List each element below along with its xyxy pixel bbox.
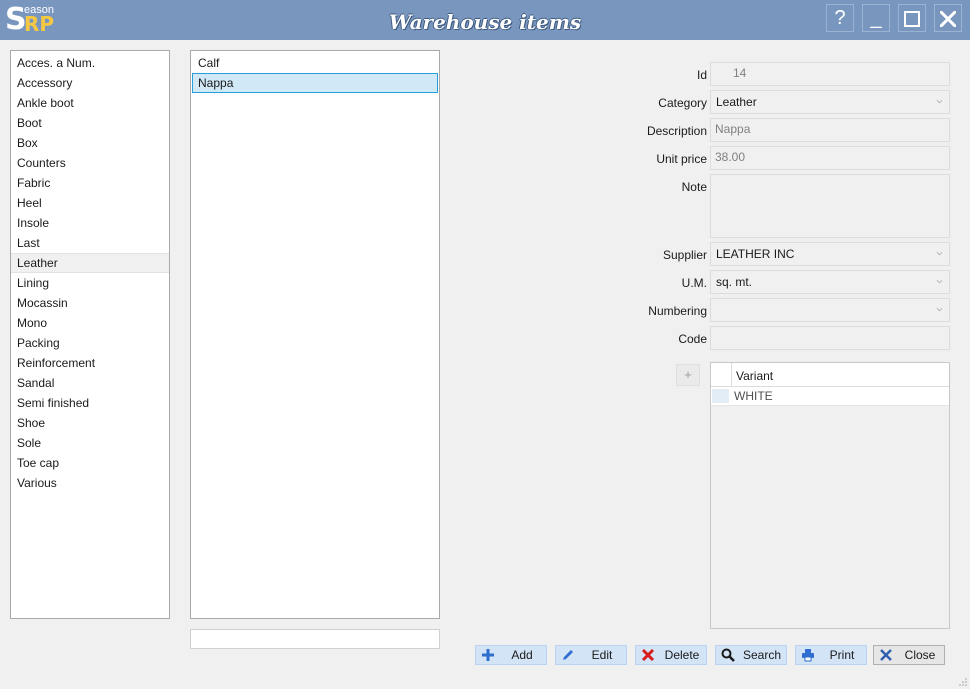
list-item[interactable]: Acces. a Num. bbox=[11, 53, 169, 73]
variant-grid[interactable]: Variant WHITE bbox=[710, 362, 950, 629]
unit-price-label: Unit price bbox=[656, 152, 707, 166]
supplier-label: Supplier bbox=[662, 248, 707, 262]
add-button[interactable]: Add bbox=[475, 645, 547, 665]
code-field[interactable] bbox=[710, 326, 950, 350]
list-item[interactable]: Accessory bbox=[11, 73, 169, 93]
delete-x-icon bbox=[641, 648, 655, 662]
um-value: sq. mt. bbox=[716, 275, 753, 289]
list-item[interactable]: Fabric bbox=[11, 173, 169, 193]
list-item[interactable]: Lining bbox=[11, 273, 169, 293]
plus-icon bbox=[482, 649, 494, 661]
chevron-down-icon bbox=[936, 307, 943, 312]
list-item[interactable]: Counters bbox=[11, 153, 169, 173]
search-button-label: Search bbox=[742, 648, 782, 662]
item-list[interactable]: Calf Nappa bbox=[190, 50, 440, 619]
list-item[interactable]: Toe cap bbox=[11, 453, 169, 473]
window-title: Warehouse items bbox=[388, 10, 582, 34]
list-item[interactable]: Mocassin bbox=[11, 293, 169, 313]
pencil-icon bbox=[563, 650, 573, 660]
add-variant-button[interactable]: + bbox=[676, 364, 700, 386]
description-label: Description bbox=[646, 124, 707, 138]
delete-button-label: Delete bbox=[664, 648, 700, 662]
list-item[interactable]: Reinforcement bbox=[11, 353, 169, 373]
chevron-down-icon bbox=[936, 99, 943, 104]
edit-button-label: Edit bbox=[591, 648, 613, 662]
print-button[interactable]: Print bbox=[795, 645, 867, 665]
resize-grip-icon[interactable] bbox=[958, 677, 968, 687]
description-value: Nappa bbox=[715, 122, 751, 136]
chevron-down-icon bbox=[936, 279, 943, 284]
grid-corner bbox=[711, 363, 732, 387]
um-label: U.M. bbox=[681, 276, 707, 290]
logo-rp: RP bbox=[24, 12, 55, 36]
id-field: 14 bbox=[710, 62, 950, 86]
unit-price-value: 38.00 bbox=[715, 150, 746, 164]
maximize-icon bbox=[904, 11, 920, 27]
list-item[interactable]: Sole bbox=[11, 433, 169, 453]
unit-price-field[interactable]: 38.00 bbox=[710, 146, 950, 170]
list-item[interactable]: Insole bbox=[11, 213, 169, 233]
add-button-label: Add bbox=[511, 648, 533, 662]
list-item[interactable]: Semi finished bbox=[11, 393, 169, 413]
numbering-select[interactable] bbox=[710, 298, 950, 322]
variant-cell[interactable]: WHITE bbox=[734, 387, 773, 406]
close-window-button[interactable] bbox=[934, 4, 962, 32]
list-item[interactable]: Last bbox=[11, 233, 169, 253]
category-label: Category bbox=[658, 96, 707, 110]
category-list[interactable]: Acces. a Num. Accessory Ankle boot Boot Box C… bbox=[10, 50, 170, 619]
list-item[interactable]: Various bbox=[11, 473, 169, 493]
title-bar: S eason RP Warehouse items ? _ bbox=[0, 0, 970, 40]
row-header[interactable] bbox=[712, 389, 729, 403]
supplier-value: LEATHER INC bbox=[716, 247, 795, 261]
close-button-label: Close bbox=[904, 648, 936, 662]
close-icon bbox=[940, 11, 956, 27]
printer-icon bbox=[802, 649, 814, 662]
delete-button[interactable]: Delete bbox=[635, 645, 707, 665]
description-field[interactable]: Nappa bbox=[710, 118, 950, 142]
close-x-icon bbox=[880, 649, 892, 661]
list-item[interactable]: Ankle boot bbox=[11, 93, 169, 113]
list-item[interactable]: Box bbox=[11, 133, 169, 153]
list-item[interactable]: Boot bbox=[11, 113, 169, 133]
edit-button[interactable]: Edit bbox=[555, 645, 627, 665]
category-value: Leather bbox=[716, 95, 757, 109]
list-item[interactable]: Leather bbox=[11, 253, 169, 273]
search-button[interactable]: Search bbox=[715, 645, 787, 665]
help-button[interactable]: ? bbox=[826, 4, 854, 32]
search-icon bbox=[721, 648, 735, 662]
list-item[interactable]: Shoe bbox=[11, 413, 169, 433]
id-value: 14 bbox=[733, 66, 747, 80]
list-item[interactable]: Sandal bbox=[11, 373, 169, 393]
list-item[interactable]: Packing bbox=[11, 333, 169, 353]
chevron-down-icon bbox=[936, 251, 943, 256]
list-item[interactable]: Mono bbox=[11, 313, 169, 333]
numbering-label: Numbering bbox=[648, 304, 707, 318]
print-button-label: Print bbox=[829, 648, 855, 662]
list-item[interactable]: Calf bbox=[192, 53, 438, 73]
id-label: Id bbox=[696, 68, 707, 82]
list-item[interactable]: Heel bbox=[11, 193, 169, 213]
minimize-button[interactable]: _ bbox=[862, 4, 890, 32]
supplier-select[interactable]: LEATHER INC bbox=[710, 242, 950, 266]
item-filter-input[interactable] bbox=[190, 629, 440, 649]
list-item[interactable]: Nappa bbox=[192, 73, 438, 93]
variant-grid-header: Variant bbox=[711, 363, 949, 387]
um-select[interactable]: sq. mt. bbox=[710, 270, 950, 294]
category-select[interactable]: Leather bbox=[710, 90, 950, 114]
variant-column-header[interactable]: Variant bbox=[736, 363, 773, 389]
note-textarea[interactable] bbox=[710, 174, 950, 238]
code-label: Code bbox=[678, 332, 707, 346]
note-label: Note bbox=[681, 180, 707, 194]
table-row[interactable]: WHITE bbox=[711, 387, 949, 406]
close-button[interactable]: Close bbox=[873, 645, 945, 665]
maximize-button[interactable] bbox=[898, 4, 926, 32]
app-logo: S eason RP bbox=[4, 2, 64, 38]
